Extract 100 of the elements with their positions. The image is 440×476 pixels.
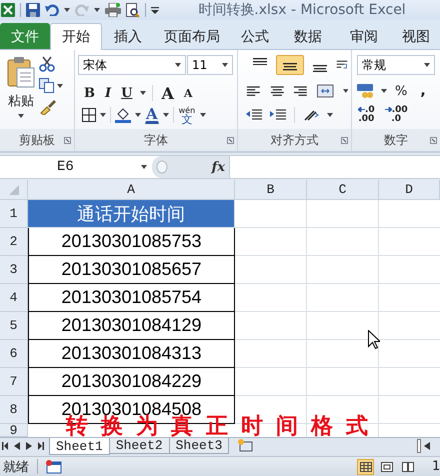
font-size-field[interactable]: 11 xyxy=(187,55,233,75)
phonetic-guide-button[interactable]: wén 文 xyxy=(178,105,196,125)
save-icon[interactable] xyxy=(26,3,40,17)
borders-icon[interactable] xyxy=(82,108,96,122)
record-macro-icon[interactable] xyxy=(46,460,62,474)
view-normal-button[interactable] xyxy=(357,458,374,474)
customize-toolbar-icon[interactable] xyxy=(151,6,159,14)
align-center-icon[interactable] xyxy=(270,84,284,98)
ribbon-tab[interactable]: 插入 xyxy=(102,23,154,49)
group-label: 字体 xyxy=(144,132,168,148)
underline-menu-icon[interactable] xyxy=(140,91,146,95)
currency-icon[interactable] xyxy=(357,83,375,99)
align-left-icon[interactable] xyxy=(246,84,261,98)
font-color-menu-icon[interactable] xyxy=(162,113,169,117)
sheet-nav-first-icon[interactable] xyxy=(2,442,8,450)
column-header[interactable]: D xyxy=(379,180,440,200)
undo-menu-icon[interactable] xyxy=(64,8,70,12)
undo-icon[interactable] xyxy=(45,4,59,16)
column-header[interactable]: A xyxy=(28,180,235,200)
row-header[interactable]: 2 xyxy=(0,228,28,256)
increase-decimal-button[interactable]: .0 .00 xyxy=(357,105,376,125)
increase-indent-icon[interactable] xyxy=(270,108,286,122)
table-cell: 20130301084229 xyxy=(28,368,235,396)
column-header[interactable]: B xyxy=(235,180,307,200)
header-cell: 通话开始时间 xyxy=(28,200,235,228)
group-label: 剪贴板 xyxy=(19,132,55,148)
dialog-launcher-icon[interactable] xyxy=(64,137,71,144)
orientation-icon[interactable] xyxy=(303,108,319,122)
left-arrow-icon xyxy=(358,107,365,112)
splitter-handle-icon[interactable] xyxy=(156,160,168,174)
ribbon-tab[interactable]: 页面布局 xyxy=(154,23,230,49)
align-middle-button[interactable] xyxy=(276,55,304,75)
align-bottom-icon xyxy=(312,65,328,72)
borders-menu-icon[interactable] xyxy=(100,113,106,117)
copy-menu-icon[interactable] xyxy=(57,84,63,88)
fill-color-menu-icon[interactable] xyxy=(135,113,141,117)
align-top-icon xyxy=(252,58,268,66)
decrease-decimal-button[interactable]: .00 .0 xyxy=(384,105,409,125)
align-right-icon[interactable] xyxy=(293,84,308,98)
font-color-button[interactable]: A xyxy=(145,106,159,124)
number-format-field[interactable]: 常规 xyxy=(357,55,435,75)
decrease-indent-icon[interactable] xyxy=(246,108,262,122)
row-header[interactable]: 7 xyxy=(0,368,28,396)
print-preview-icon[interactable] xyxy=(126,2,140,18)
clipboard-icon xyxy=(7,56,35,88)
bold-button[interactable]: B xyxy=(82,84,97,102)
orientation-menu-icon[interactable] xyxy=(327,113,333,117)
insert-function-button[interactable]: fx xyxy=(212,160,225,174)
table-cell: 20130301085754 xyxy=(28,284,235,312)
dialog-launcher-icon[interactable] xyxy=(227,137,234,144)
row-header[interactable]: 3 xyxy=(0,256,28,284)
scroll-left-icon[interactable] xyxy=(424,442,430,450)
sheet-tab[interactable]: Sheet1 xyxy=(49,438,110,455)
dialog-launcher-icon[interactable] xyxy=(430,137,437,144)
row-header[interactable]: 8 xyxy=(0,396,28,424)
row-header[interactable]: 5 xyxy=(0,312,28,340)
ribbon-tab[interactable]: 视图 xyxy=(392,23,440,49)
grow-font-button[interactable]: A xyxy=(159,82,176,104)
redo-menu-icon[interactable] xyxy=(94,8,100,12)
corner-triangle-icon xyxy=(8,184,18,194)
ribbon-tab[interactable]: 开始 xyxy=(50,23,102,50)
split-handle-icon[interactable] xyxy=(417,439,421,453)
excel-icon[interactable] xyxy=(1,3,15,17)
sheet-nav-next-icon[interactable] xyxy=(26,442,32,450)
phonetic-menu-icon[interactable] xyxy=(200,113,206,117)
shrink-font-button[interactable]: A xyxy=(182,84,194,102)
italic-button[interactable]: I xyxy=(103,84,114,102)
printer-icon[interactable] xyxy=(105,3,121,17)
dialog-launcher-icon[interactable] xyxy=(341,137,348,144)
format-painter-icon[interactable] xyxy=(39,99,57,115)
row-header[interactable]: 9 xyxy=(0,424,28,437)
underline-button[interactable]: U xyxy=(119,84,134,102)
copy-icon[interactable] xyxy=(39,78,55,93)
file-menu-tab[interactable]: 文件 xyxy=(0,23,50,49)
currency-menu-icon[interactable] xyxy=(381,89,387,93)
row-header[interactable]: 1 xyxy=(0,200,28,228)
row-header[interactable]: 4 xyxy=(0,284,28,312)
row-header[interactable]: 6 xyxy=(0,340,28,368)
merge-cells-icon[interactable] xyxy=(317,84,334,98)
dropdown-icon xyxy=(222,63,228,67)
percent-button[interactable]: % xyxy=(393,82,410,100)
ribbon-tab[interactable]: 审阅 xyxy=(336,23,392,49)
comma-style-button[interactable]: , xyxy=(415,82,431,100)
cut-icon[interactable] xyxy=(39,56,55,72)
zoom-level[interactable]: 1 xyxy=(432,459,440,474)
ribbon-tab[interactable]: 数据 xyxy=(280,23,336,49)
sheet-tab[interactable]: Sheet2 xyxy=(108,438,170,454)
column-header[interactable]: C xyxy=(307,180,379,200)
font-name-field[interactable]: 宋体 xyxy=(78,55,186,75)
name-box[interactable]: E6 xyxy=(0,156,152,178)
sheet-tab[interactable]: Sheet3 xyxy=(168,438,230,454)
sheet-nav-prev-icon[interactable] xyxy=(14,442,20,450)
insert-sheet-icon[interactable] xyxy=(237,438,254,452)
fill-color-icon[interactable] xyxy=(115,107,131,123)
table-cell: 20130301085753 xyxy=(28,228,235,256)
sheet-nav-last-icon[interactable] xyxy=(38,442,44,450)
ribbon-tab[interactable]: 公式 xyxy=(230,23,280,49)
mouse-cursor-icon xyxy=(368,330,380,349)
merge-menu-icon[interactable] xyxy=(342,89,348,93)
paste-button[interactable]: 粘贴 xyxy=(5,54,37,120)
